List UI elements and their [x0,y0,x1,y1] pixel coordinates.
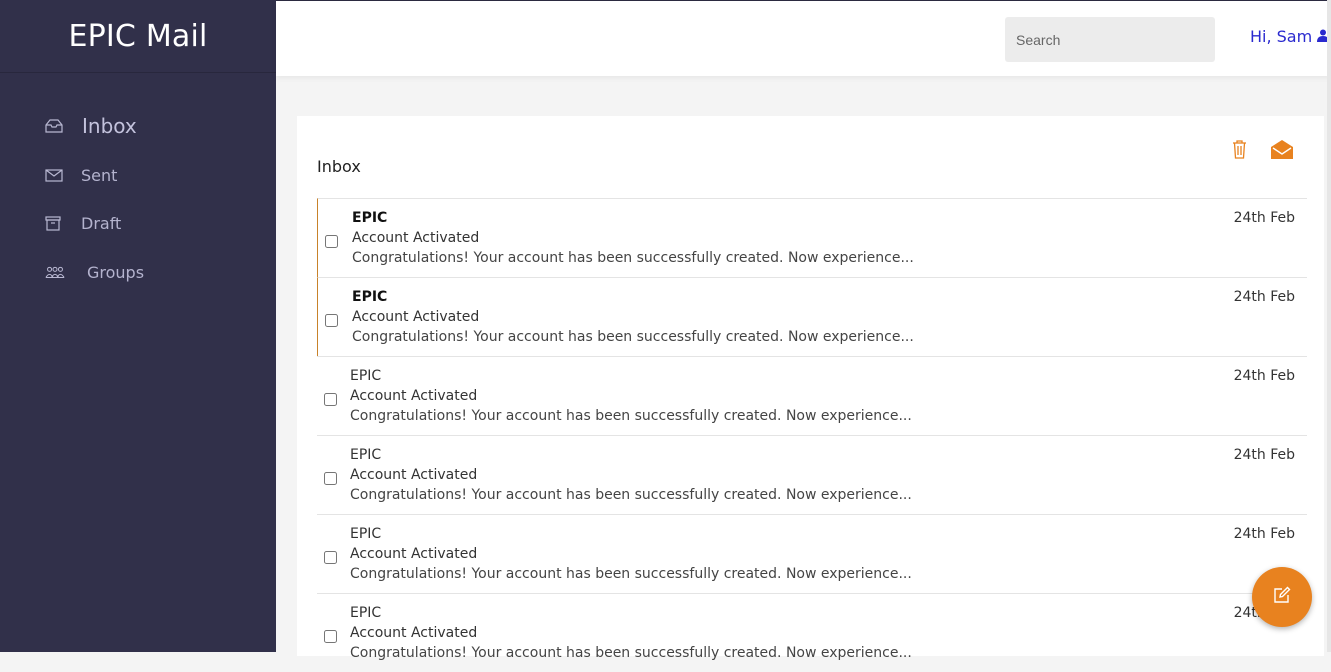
message-subject: Account Activated [350,388,478,404]
message-sender: EPIC [352,210,388,226]
message-row[interactable]: EPIC Account Activated Congratulations! … [317,198,1307,277]
message-checkbox[interactable] [324,393,337,406]
mark-read-envelope-icon[interactable] [1271,140,1293,163]
sidebar-item-inbox[interactable]: Inbox [45,114,137,138]
message-sender: EPIC [350,605,382,621]
message-preview: Congratulations! Your account has been s… [352,329,914,345]
top-bar: Hi, Sam [276,0,1331,76]
message-date: 24th Feb [1233,210,1295,226]
sidebar-item-draft[interactable]: Draft [45,214,121,233]
greeting-text: Hi, Sam [1250,27,1313,46]
message-row[interactable]: EPIC Account Activated Congratulations! … [317,435,1307,514]
message-checkbox[interactable] [324,630,337,643]
page-scrollbar[interactable] [1327,0,1331,652]
message-preview: Congratulations! Your account has been s… [350,566,912,582]
message-date: 24th Feb [1233,447,1295,463]
message-row[interactable]: EPIC Account Activated Congratulations! … [317,277,1307,356]
sidebar-item-label: Inbox [82,114,137,138]
message-preview: Congratulations! Your account has been s… [350,408,912,424]
message-preview: Congratulations! Your account has been s… [352,250,914,266]
message-sender: EPIC [350,526,382,542]
message-row[interactable]: EPIC Account Activated Congratulations! … [317,514,1307,593]
message-subject: Account Activated [350,625,478,641]
message-list: EPIC Account Activated Congratulations! … [317,198,1307,672]
message-date: 24th Feb [1233,526,1295,542]
sidebar-item-label: Groups [87,263,145,282]
compose-button[interactable] [1252,567,1312,627]
message-date: 24th Feb [1233,368,1295,384]
message-preview: Congratulations! Your account has been s… [350,645,912,661]
message-row[interactable]: EPIC Account Activated Congratulations! … [317,593,1307,672]
brand: EPIC Mail [0,0,276,73]
message-checkbox[interactable] [324,551,337,564]
message-sender: EPIC [350,447,382,463]
user-greeting[interactable]: Hi, Sam [1250,27,1330,46]
envelope-icon [45,169,65,182]
sidebar-item-groups[interactable]: Groups [45,263,144,282]
message-row[interactable]: EPIC Account Activated Congratulations! … [317,356,1307,435]
brand-logo-text: EPIC Mail [68,18,208,54]
message-subject: Account Activated [350,467,478,483]
sidebar-item-label: Draft [81,214,122,233]
message-checkbox[interactable] [324,472,337,485]
inbox-icon [45,119,65,133]
message-checkbox[interactable] [325,314,338,327]
archive-box-icon [45,216,65,231]
message-subject: Account Activated [350,546,478,562]
message-sender: EPIC [352,289,388,305]
message-subject: Account Activated [352,230,480,246]
page-title: Inbox [317,157,361,176]
sidebar: EPIC Mail Inbox Sent Draft Groups [0,0,276,652]
compose-icon [1273,586,1291,608]
message-sender: EPIC [350,368,382,384]
sidebar-item-label: Sent [81,166,118,185]
inbox-panel: Inbox EPIC Account Activated Congratulat… [297,116,1324,661]
message-date: 24th Feb [1233,289,1295,305]
users-icon [45,265,65,280]
message-checkbox[interactable] [325,235,338,248]
message-subject: Account Activated [352,309,480,325]
sidebar-item-sent[interactable]: Sent [45,166,117,185]
search-input[interactable] [1005,17,1215,62]
trash-icon[interactable] [1232,140,1247,163]
message-preview: Congratulations! Your account has been s… [350,487,912,503]
